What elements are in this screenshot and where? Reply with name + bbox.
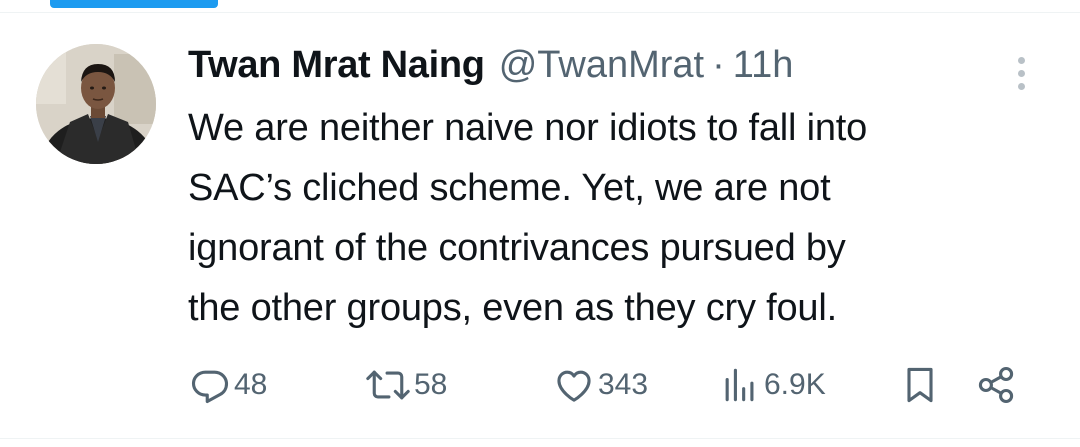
like-count: 343 bbox=[598, 368, 649, 401]
tweet-header: Twan Mrat Naing @TwanMrat · 11h bbox=[188, 40, 793, 90]
author-handle[interactable]: @TwanMrat bbox=[499, 40, 704, 90]
more-vertical-icon-dot bbox=[1017, 82, 1025, 90]
tweet-card[interactable]: Twan Mrat Naing @TwanMrat · 11h We are n… bbox=[0, 14, 1080, 434]
bottom-divider bbox=[0, 438, 1080, 439]
share-button[interactable] bbox=[974, 360, 1018, 410]
views-chart-icon bbox=[718, 363, 762, 407]
tab-indicator bbox=[50, 0, 218, 8]
reply-icon bbox=[188, 363, 232, 407]
reply-button[interactable]: 48 bbox=[188, 360, 267, 410]
bookmark-icon bbox=[898, 363, 942, 407]
header-separator: · bbox=[712, 44, 725, 86]
views-button[interactable]: 6.9K bbox=[718, 360, 826, 410]
tweet-timestamp[interactable]: 11h bbox=[733, 40, 794, 90]
share-icon bbox=[974, 363, 1018, 407]
views-count: 6.9K bbox=[764, 368, 826, 401]
avatar[interactable] bbox=[36, 44, 156, 164]
reply-count: 48 bbox=[234, 368, 268, 401]
tweet-text: We are neither naive nor idiots to fall … bbox=[188, 107, 868, 329]
more-vertical-icon bbox=[1017, 56, 1025, 64]
tweet-screen: Twan Mrat Naing @TwanMrat · 11h We are n… bbox=[0, 0, 1080, 447]
retweet-icon bbox=[364, 363, 412, 407]
retweet-count: 58 bbox=[414, 368, 448, 401]
tweet-actions: 48 58 343 6.9K bbox=[188, 360, 1028, 410]
author-display-name[interactable]: Twan Mrat Naing bbox=[188, 40, 485, 90]
retweet-button[interactable]: 58 bbox=[364, 360, 447, 410]
heart-icon bbox=[552, 363, 596, 407]
more-options-button[interactable] bbox=[1004, 48, 1038, 98]
like-button[interactable]: 343 bbox=[552, 360, 648, 410]
bookmark-button[interactable] bbox=[898, 360, 942, 410]
more-vertical-icon-dot bbox=[1017, 69, 1025, 77]
avatar-photo bbox=[36, 44, 156, 164]
top-divider bbox=[0, 12, 1080, 13]
